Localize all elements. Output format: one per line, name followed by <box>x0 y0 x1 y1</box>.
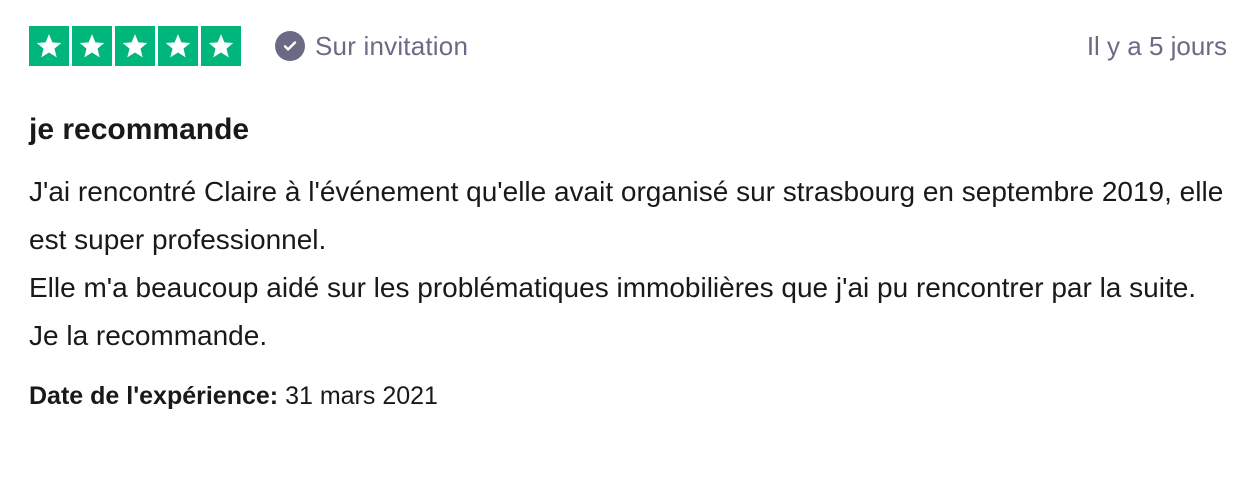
star-icon <box>72 26 112 66</box>
verification-label: Sur invitation <box>315 30 469 61</box>
review-title[interactable]: je recommande <box>29 110 1227 150</box>
star-icon <box>158 26 198 66</box>
star-icon <box>201 26 241 66</box>
review-header: Sur invitation Il y a 5 jours <box>29 26 1227 66</box>
experience-date: Date de l'expérience: 31 mars 2021 <box>29 378 1227 414</box>
experience-date-label: Date de l'expérience: <box>29 382 279 410</box>
review-paragraph: Je la recommande. <box>29 320 268 351</box>
star-icon <box>29 26 69 66</box>
verification-badge[interactable]: Sur invitation <box>275 30 468 62</box>
review-paragraph: J'ai rencontré Claire à l'événement qu'e… <box>29 176 1224 255</box>
experience-date-value: 31 mars 2021 <box>285 382 438 410</box>
review-date: Il y a 5 jours <box>1086 31 1227 61</box>
review-card: Sur invitation Il y a 5 jours je recomma… <box>29 26 1227 414</box>
review-paragraph: Elle m'a beaucoup aidé sur les problémat… <box>29 272 1197 303</box>
star-icon <box>115 26 155 66</box>
review-body: J'ai rencontré Claire à l'événement qu'e… <box>29 168 1227 360</box>
check-circle-icon <box>275 31 305 61</box>
star-rating <box>29 26 241 66</box>
